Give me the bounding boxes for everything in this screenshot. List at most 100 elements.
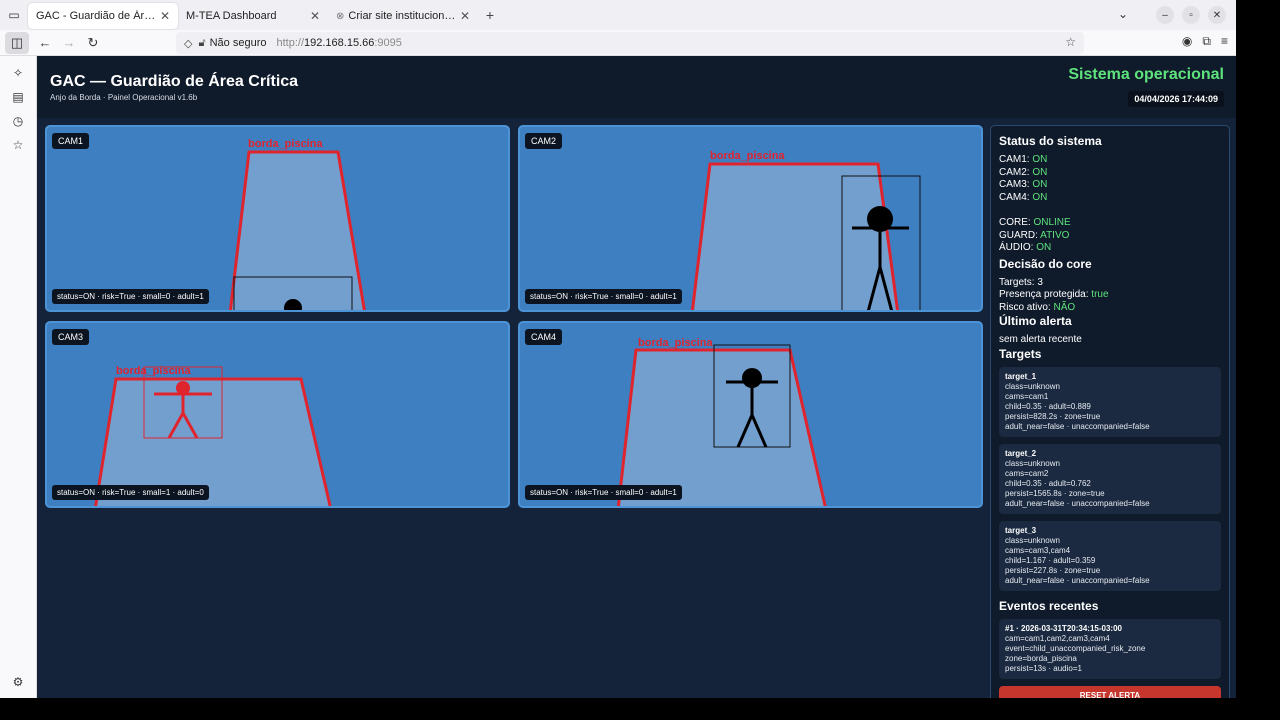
- cam4-overlay: borda_piscina: [616, 337, 827, 506]
- toolbar-right: ◉ ⧉ ≡: [1182, 34, 1228, 49]
- status-key: CAM4:: [999, 191, 1030, 203]
- reload-icon[interactable]: ↻: [81, 32, 105, 54]
- page-title: GAC — Guardião de Área Crítica: [50, 73, 299, 90]
- target-flags: adult_near=false · unaccompanied=false: [1005, 575, 1150, 585]
- back-icon[interactable]: ←: [33, 32, 57, 54]
- maximize-icon[interactable]: ▫: [1182, 6, 1200, 24]
- window-controls: – ▫ ✕: [1156, 6, 1226, 24]
- camera-label: CAM4: [525, 329, 563, 345]
- status-key: CORE:: [999, 217, 1031, 228]
- cam1-overlay: borda_piscina: [228, 138, 366, 310]
- url-port: :9095: [374, 37, 402, 49]
- target-persist: persist=227.8s · zone=true: [1005, 565, 1101, 575]
- target-scores: child=0.35 · adult=0.762: [1005, 478, 1091, 488]
- dashboard-page: GAC — Guardião de Área Crítica Anjo da B…: [37, 56, 1236, 698]
- gear-icon[interactable]: ⚙: [11, 675, 25, 689]
- status-value: ON: [1032, 191, 1048, 203]
- minimize-icon[interactable]: –: [1156, 6, 1174, 24]
- browser-tabbar: ▭ GAC - Guardião de Área Crítica ✕ M-TEA…: [0, 0, 1236, 30]
- close-window-icon[interactable]: ✕: [1208, 6, 1226, 24]
- datetime-badge: 04/04/2026 17:44:09: [1128, 91, 1224, 107]
- close-icon[interactable]: ✕: [310, 9, 320, 23]
- cam2-overlay: borda_piscina: [690, 150, 921, 310]
- bookmark-star-icon[interactable]: ☆: [1065, 35, 1076, 49]
- audio-status-line: ÁUDIO: ON: [999, 242, 1221, 255]
- globe-icon: ⊗: [336, 10, 345, 22]
- status-value: ON: [1032, 166, 1048, 178]
- insecure-lock-icon[interactable]: 🔓︎: [198, 37, 205, 50]
- camera-feed-cam3[interactable]: borda_piscina CAM3 status=ON · risk=True…: [45, 321, 510, 508]
- target-id: target_2: [1005, 448, 1037, 458]
- ai-sparkle-icon[interactable]: ✧: [11, 66, 25, 80]
- camera-status: status=ON · risk=True · small=1 · adult=…: [52, 485, 209, 500]
- tab-list-icon[interactable]: ▭: [0, 0, 28, 30]
- event-cams: cam=cam1,cam2,cam3,cam4: [1005, 633, 1110, 643]
- camera-feed-cam4[interactable]: borda_piscina CAM4 status=ON · risk=True…: [518, 321, 983, 508]
- tab-label: Criar site institucional M-TEA: [348, 10, 456, 22]
- target-cams: cams=cam1: [1005, 391, 1049, 401]
- cam3-overlay: borda_piscina: [94, 365, 332, 506]
- target-flags: adult_near=false · unaccompanied=false: [1005, 421, 1150, 431]
- status-key: ÁUDIO:: [999, 242, 1034, 253]
- event-head: #1 · 2026-03-31T20:34:15-03:00: [1005, 623, 1122, 633]
- status-key: CAM2:: [999, 166, 1030, 178]
- forward-icon[interactable]: →: [57, 32, 81, 54]
- system-status: Sistema operacional: [1068, 66, 1224, 83]
- status-value: NÃO: [1053, 301, 1076, 313]
- event-card: #1 · 2026-03-31T20:34:15-03:00 cam=cam1,…: [999, 618, 1221, 679]
- target-card: target_1 class=unknown cams=cam1 child=0…: [999, 366, 1221, 437]
- status-value: ON: [1032, 179, 1048, 190]
- url-bar[interactable]: ◇ 🔓︎ Não seguro http://192.168.15.66:909…: [176, 32, 1084, 54]
- status-value: ATIVO: [1040, 229, 1070, 241]
- bookmarks-icon[interactable]: ☆: [11, 138, 25, 152]
- status-key: CAM1:: [999, 154, 1030, 165]
- close-icon[interactable]: ✕: [160, 9, 170, 23]
- status-key: Risco ativo:: [999, 301, 1051, 313]
- cam1-status-line: CAM1: ON: [999, 154, 1221, 167]
- page-subtitle: Anjo da Borda · Painel Operacional v1.6b: [50, 93, 198, 102]
- target-class: class=unknown: [1005, 458, 1060, 468]
- status-panel[interactable]: Status do sistema CAM1: ON CAM2: ON CAM3…: [990, 125, 1230, 698]
- zone-label: borda_piscina: [710, 150, 785, 162]
- browser-tab-mtea[interactable]: M-TEA Dashboard ✕: [178, 3, 328, 29]
- status-key: Presença protegida:: [999, 289, 1089, 300]
- target-cams: cams=cam2: [1005, 468, 1049, 478]
- close-icon[interactable]: ✕: [460, 9, 470, 23]
- target-card: target_2 class=unknown cams=cam2 child=0…: [999, 443, 1221, 514]
- targets-title: Targets: [999, 346, 1042, 361]
- guard-status-line: GUARD: ATIVO: [999, 230, 1221, 243]
- menu-icon[interactable]: ≡: [1221, 34, 1228, 49]
- insecure-label[interactable]: Não seguro: [210, 37, 267, 49]
- browser-tab-criar[interactable]: ⊗ Criar site institucional M-TEA ✕: [328, 3, 478, 29]
- camera-feed-cam1[interactable]: borda_piscina CAM1 status=ON · risk=True…: [45, 125, 510, 312]
- core-status-line: CORE: ONLINE: [999, 217, 1221, 230]
- browser-navbar: ◫ ← → ↻ ◇ 🔓︎ Não seguro http://192.168.1…: [0, 30, 1236, 56]
- status-value: ON: [1032, 154, 1048, 165]
- event-persist: persist=13s · audio=1: [1005, 663, 1082, 673]
- browser-tab-gac[interactable]: GAC - Guardião de Área Crítica ✕: [28, 3, 178, 29]
- camera-label: CAM3: [52, 329, 90, 345]
- cam2-status-line: CAM2: ON: [999, 167, 1221, 180]
- account-icon[interactable]: ◉: [1182, 34, 1192, 49]
- new-tab-button[interactable]: +: [478, 7, 502, 23]
- camera-feed-cam2[interactable]: borda_piscina CAM2 status=ON · risk=True…: [518, 125, 983, 312]
- camera-status: status=ON · risk=True · small=0 · adult=…: [525, 289, 682, 304]
- reset-alert-button[interactable]: RESET ALERTA: [999, 685, 1221, 698]
- status-value: ON: [1036, 242, 1052, 253]
- last-alert-text: sem alerta recente: [999, 334, 1082, 345]
- history-icon[interactable]: ◷: [11, 114, 25, 128]
- synced-tabs-icon[interactable]: ▤: [11, 90, 25, 104]
- event-type: event=child_unaccompanied_risk_zone: [1005, 643, 1146, 653]
- url-host: 192.168.15.66: [304, 37, 375, 49]
- target-id: target_3: [1005, 525, 1037, 535]
- url-text[interactable]: http://192.168.15.66:9095: [276, 37, 401, 49]
- target-flags: adult_near=false · unaccompanied=false: [1005, 498, 1150, 508]
- sidebar-toggle-icon[interactable]: ◫: [5, 31, 29, 54]
- extensions-icon[interactable]: ⧉: [1202, 34, 1211, 49]
- chevron-down-icon[interactable]: ⌄: [1118, 7, 1128, 21]
- url-prefix: http://: [276, 37, 305, 49]
- shield-icon[interactable]: ◇: [184, 37, 192, 50]
- targets-count: Targets: 3: [999, 276, 1043, 288]
- last-alert-title: Último alerta: [999, 314, 1072, 328]
- camera-label: CAM2: [525, 133, 563, 149]
